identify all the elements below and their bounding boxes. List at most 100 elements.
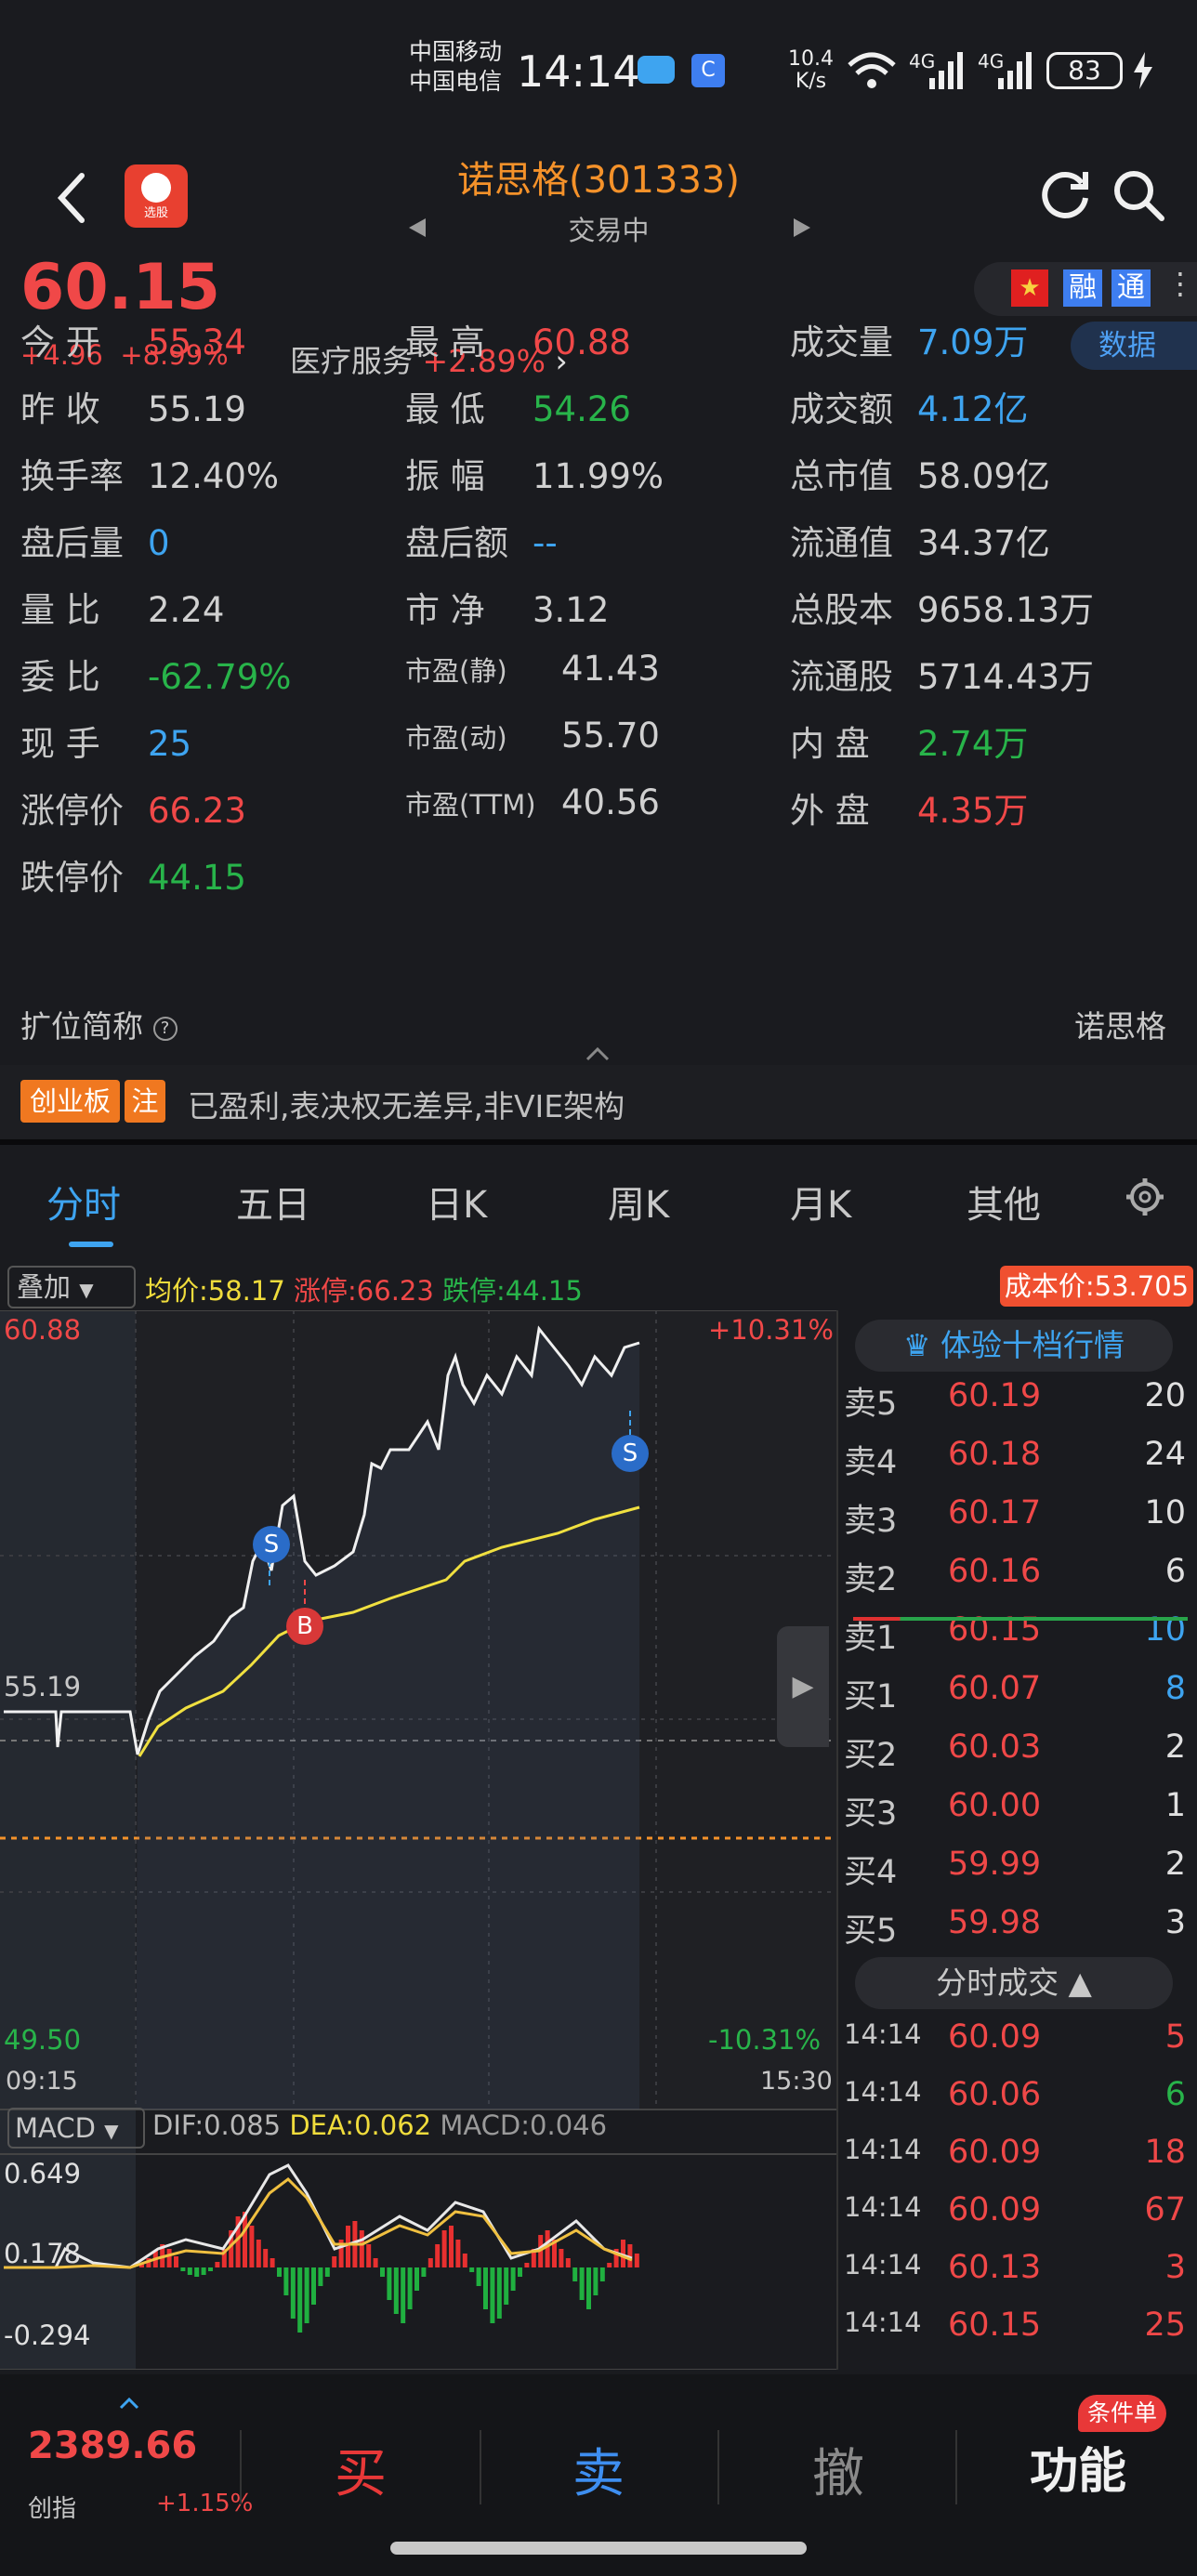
level-label: 买1 — [844, 1678, 898, 1715]
stat-8: 总市值 58.09亿 — [790, 448, 1050, 498]
sell-button[interactable]: 卖 — [572, 2432, 625, 2507]
stat-label: 市 净 — [405, 590, 485, 630]
bid-row[interactable]: 买3 60.00 1 — [844, 1787, 1190, 1843]
level-price: 60.03 — [948, 1728, 1042, 1766]
level10-promo-button[interactable]: ♛ 体验十档行情 — [855, 1320, 1173, 1372]
stat-value: 11.99% — [533, 456, 664, 496]
tab-five-day[interactable]: 五日 — [236, 1175, 310, 1229]
registration-tag: 注 — [125, 1080, 165, 1123]
stat-3: 昨 收 55.19 — [20, 381, 246, 431]
level-volume: 20 — [1144, 1377, 1186, 1414]
settings-gear-icon[interactable] — [1125, 1176, 1165, 1217]
chart-legend: 均价:58.17 涨停:66.23 跌停:44.15 — [145, 1275, 583, 1307]
level-volume: 2 — [1164, 1728, 1186, 1766]
index-value[interactable]: 2389.66 — [28, 2425, 197, 2467]
stat-label: 内 盘 — [790, 724, 870, 764]
cancel-button[interactable]: 撤 — [812, 2432, 864, 2507]
trade-row: 14:14 60.15 25 — [844, 2307, 1190, 2362]
index-up-chevron-icon[interactable] — [119, 2397, 139, 2410]
trade-row: 14:14 60.09 18 — [844, 2134, 1190, 2189]
stat-9: 盘后量 0 — [20, 515, 170, 565]
trade-time: 14:14 — [844, 2018, 922, 2050]
trade-volume: 67 — [1144, 2191, 1186, 2228]
stat-5: 成交额 4.12亿 — [790, 381, 1028, 431]
sell-marker-2[interactable]: S — [612, 1435, 649, 1472]
conditional-order-badge[interactable]: 条件单 — [1078, 2395, 1167, 2432]
chart-top-pct: +10.31% — [708, 1314, 834, 1346]
stat-value: 3.12 — [533, 590, 610, 630]
chart-bottom-pct: -10.31% — [708, 2024, 822, 2056]
ask-row[interactable]: 卖4 60.18 24 — [844, 1436, 1190, 1492]
stat-2: 成交量 7.09万 — [790, 314, 1028, 364]
trade-price: 60.09 — [948, 2134, 1042, 2171]
expand-panel-handle[interactable]: ▶ — [777, 1626, 829, 1747]
cost-price-badge[interactable]: 成本价:53.705 — [1000, 1266, 1193, 1307]
level-label: 卖5 — [844, 1386, 898, 1423]
macd-legend: DIF:0.085 DEA:0.062 MACD:0.046 — [152, 2109, 608, 2141]
level-volume: 24 — [1144, 1436, 1186, 1473]
chart-bottom-price: 49.50 — [4, 2024, 82, 2056]
stat-16: 市盈(静) 41.43 — [405, 649, 660, 689]
tab-daily-k[interactable]: 日K — [426, 1175, 487, 1229]
stat-value: 5714.43万 — [917, 657, 1095, 697]
trade-time: 14:14 — [844, 2191, 922, 2223]
trade-price: 60.15 — [948, 2307, 1042, 2344]
bid-row[interactable]: 买2 60.03 2 — [844, 1728, 1190, 1784]
stat-10: 盘后额 -- — [405, 515, 558, 565]
overlay-select[interactable]: 叠加 ▼ — [7, 1266, 136, 1308]
tab-weekly-k[interactable]: 周K — [608, 1175, 669, 1229]
tab-indicator — [69, 1242, 113, 1247]
stat-label: 换手率 — [20, 456, 124, 496]
price-chart[interactable] — [0, 1310, 836, 2370]
trades-toggle[interactable]: 分时成交 ▲ — [855, 1957, 1173, 2009]
bid-ask-ratio-bar — [853, 1617, 1188, 1621]
stat-value: 55.34 — [148, 322, 246, 362]
stat-label: 振 幅 — [405, 456, 485, 496]
bid-row[interactable]: 买1 60.07 8 — [844, 1670, 1190, 1726]
extended-name-label: 扩位简称 ? — [20, 1002, 178, 1046]
tab-intraday[interactable]: 分时 — [46, 1175, 121, 1229]
stat-15: 委 比 -62.79% — [20, 649, 291, 699]
status-bar: 中国移动 中国电信 14:14 C 10.4 K/s 4G 4G 83 — [0, 0, 1197, 144]
tab-other[interactable]: 其他 — [967, 1175, 1041, 1229]
trade-row: 14:14 60.06 6 — [844, 2076, 1190, 2132]
trade-volume: 3 — [1164, 2249, 1186, 2286]
bid-row[interactable]: 买5 59.98 3 — [844, 1904, 1190, 1960]
bottom-trade-bar: 2389.66 创指 +1.15% 买 卖 撤 功能 条件单 — [0, 2374, 1197, 2576]
stat-label: 涨停价 — [20, 791, 124, 831]
collapse-chevron-icon[interactable] — [585, 1046, 610, 1061]
stat-23: 外 盘 4.35万 — [790, 782, 1028, 833]
signal-icon-2 — [998, 52, 1032, 89]
indicator-select[interactable]: MACD ▼ — [7, 2108, 145, 2149]
stat-value: -62.79% — [148, 657, 292, 697]
trade-volume: 18 — [1144, 2134, 1186, 2171]
stat-value: 2.24 — [148, 590, 225, 630]
stat-6: 换手率 12.40% — [20, 448, 279, 498]
stat-value: 9658.13万 — [917, 590, 1095, 630]
level-label: 买5 — [844, 1912, 898, 1950]
trade-volume: 6 — [1164, 2076, 1186, 2113]
bid-row[interactable]: 买4 59.99 2 — [844, 1846, 1190, 1901]
sell-marker[interactable]: S — [253, 1526, 290, 1563]
chart-prev-close: 55.19 — [4, 1671, 82, 1702]
battery-icon: 83 — [1046, 52, 1123, 89]
stat-value: 4.35万 — [917, 791, 1029, 831]
ask-row[interactable]: 卖3 60.17 10 — [844, 1494, 1190, 1550]
buy-button[interactable]: 买 — [335, 2432, 387, 2507]
stat-label: 流通值 — [790, 523, 893, 563]
function-button[interactable]: 功能 — [1030, 2432, 1126, 2502]
stat-value: 25 — [148, 724, 192, 764]
ask-row[interactable]: 卖2 60.16 6 — [844, 1553, 1190, 1609]
stat-24: 跌停价 44.15 — [20, 849, 246, 900]
help-icon[interactable]: ? — [152, 1016, 178, 1041]
stat-value: 40.56 — [561, 782, 660, 822]
home-indicator[interactable] — [390, 2542, 807, 2555]
stat-19: 市盈(动) 55.70 — [405, 716, 660, 756]
chart-tabs: 分时 五日 日K 周K 月K 其他 — [0, 1145, 1197, 1255]
ask-row[interactable]: 卖5 60.19 20 — [844, 1377, 1190, 1433]
stat-value: 12.40% — [148, 456, 280, 496]
stat-label: 昨 收 — [20, 389, 100, 429]
buy-marker[interactable]: B — [286, 1608, 323, 1645]
tab-monthly-k[interactable]: 月K — [790, 1175, 851, 1229]
trade-price: 60.06 — [948, 2076, 1042, 2113]
